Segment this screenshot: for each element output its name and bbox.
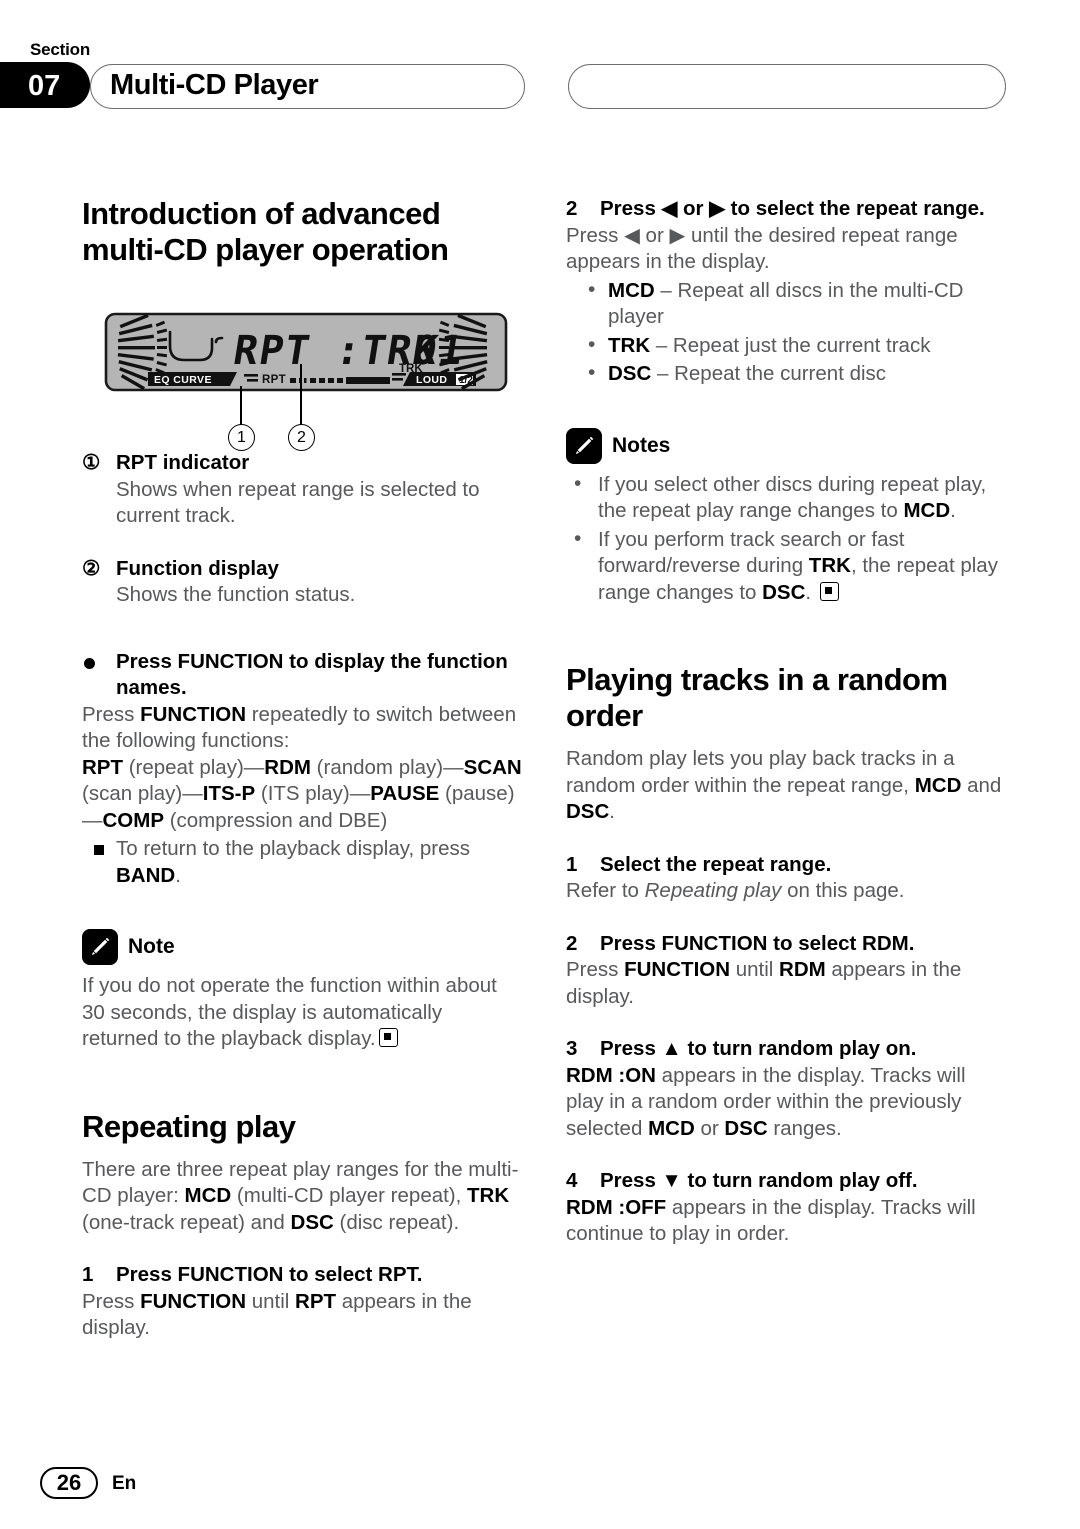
lcd-track-number: 01 <box>409 328 467 374</box>
callout-item-2: ② Function display <box>82 556 524 583</box>
random-order-step-3: 3 Press ▲ to turn random play on. <box>566 1036 1008 1063</box>
callout-leader-1 <box>240 386 242 426</box>
band-return-note: To return to the playback display, press… <box>82 836 524 889</box>
step-number: 2 <box>566 931 578 955</box>
section-heading-intro: Introduction of advanced multi-CD player… <box>82 196 449 267</box>
step-number: 1 <box>82 1263 94 1286</box>
random-order-step-1: 1 Select the repeat range. <box>566 852 1008 879</box>
notes-box-header: Notes <box>566 427 1008 464</box>
random-order-step-1-body: Refer to Repeating play on this page. <box>566 879 905 902</box>
callout-title-1: RPT indicator <box>116 451 250 474</box>
function-step-title: Press FUNCTION to display the function n… <box>82 649 524 702</box>
pencil-icon <box>82 929 118 965</box>
random-order-step-2: 2 Press FUNCTION to select RDM. <box>566 931 1008 958</box>
callout-body-2: Shows the function status. <box>116 583 356 606</box>
lcd-display-illustration: EQ CURVE RPT LOUD 1/2 RPT:TRK TRK 01 1 … <box>104 312 514 451</box>
repeat-range-step-2-body: Press ◀ or ▶ until the desired repeat ra… <box>566 223 958 274</box>
step-number: 4 <box>566 1169 578 1192</box>
repeat-range-list: MCD – Repeat all discs in the multi-CD p… <box>566 277 1008 388</box>
step-title: Select the repeat range. <box>600 852 832 876</box>
step-number: 1 <box>566 852 578 876</box>
section-heading-repeating-play: Repeating play <box>82 1108 296 1144</box>
step-number: 3 <box>566 1037 578 1060</box>
random-order-intro: Random play lets you play back tracks in… <box>566 747 1002 823</box>
language-code: En <box>112 1473 137 1494</box>
repeating-play-step-1-body: Press FUNCTION until RPT appears in the … <box>82 1289 472 1340</box>
end-marker-icon <box>819 581 839 601</box>
eq-curve-label: EQ CURVE <box>154 374 212 386</box>
step-title: Press ▼ to turn random play off. <box>600 1169 918 1192</box>
step-title: Press ▲ to turn random play on. <box>600 1037 917 1060</box>
loud-label: LOUD <box>416 374 447 386</box>
repeat-range-item: TRK – Repeat just the current track <box>566 332 1008 360</box>
callout-leader-2 <box>300 364 302 426</box>
end-marker-icon <box>378 1028 398 1047</box>
callout-body-1: Shows when repeat range is selected to c… <box>116 477 480 528</box>
title-pill-right-blank <box>568 64 1006 109</box>
random-order-step-3-body: RDM :ON appears in the display. Tracks w… <box>566 1063 966 1140</box>
random-order-step-4: 4 Press ▼ to turn random play off. <box>566 1168 1008 1195</box>
rpt-indicator-label: RPT <box>262 374 286 386</box>
callout-marker-1: ① <box>82 451 101 474</box>
page-title: Multi-CD Player <box>110 69 319 101</box>
callout-circle-2: 2 <box>288 424 315 451</box>
callout-circle-1: 1 <box>228 424 255 451</box>
page-header: Section 07 Multi-CD Player <box>0 0 1080 150</box>
note-item: If you select other discs during repeat … <box>566 471 1008 525</box>
random-order-step-4-body: RDM :OFF appears in the display. Tracks … <box>566 1195 976 1246</box>
function-step-body: Press FUNCTION repeatedly to switch betw… <box>82 702 517 753</box>
callout-item-1: ① RPT indicator <box>82 450 524 477</box>
step-title: Press ◀ or ▶ to select the repeat range. <box>600 197 985 220</box>
callout-marker-2: ② <box>82 556 101 580</box>
section-heading-random-order: Playing tracks in a random order <box>566 662 948 733</box>
note-item: If you perform track search or fast forw… <box>566 526 1008 607</box>
repeat-range-item: MCD – Repeat all discs in the multi-CD p… <box>566 277 1008 331</box>
note-box-header: Note <box>82 929 524 965</box>
callout-title-2: Function display <box>116 556 279 580</box>
repeating-play-step-1: 1 Press FUNCTION to select RPT. <box>82 1262 524 1289</box>
section-number: 07 <box>28 70 61 102</box>
section-label: Section <box>30 40 91 59</box>
step-number: 2 <box>566 197 578 220</box>
repeating-play-intro: There are three repeat play ranges for t… <box>82 1157 519 1234</box>
pencil-icon <box>566 427 602 464</box>
right-column: 2 Press ◀ or ▶ to select the repeat rang… <box>566 196 1008 1248</box>
notes-list: If you select other discs during repeat … <box>566 471 1008 607</box>
step-title: Press FUNCTION to select RDM. <box>600 931 915 955</box>
step-title: Press FUNCTION to select RPT. <box>116 1263 423 1286</box>
note-label: Note <box>128 935 175 958</box>
notes-label: Notes <box>612 433 671 457</box>
page-footer: 26 En <box>0 1439 1080 1529</box>
repeat-range-item: DSC – Repeat the current disc <box>566 360 1008 388</box>
function-chain: RPT (repeat play)—RDM (random play)—SCAN… <box>82 755 522 832</box>
page-number: 26 <box>56 1470 82 1495</box>
note-body: If you do not operate the function withi… <box>82 974 497 1050</box>
repeat-range-step-2: 2 Press ◀ or ▶ to select the repeat rang… <box>566 196 1008 223</box>
random-order-step-2-body: Press FUNCTION until RDM appears in the … <box>566 958 962 1008</box>
